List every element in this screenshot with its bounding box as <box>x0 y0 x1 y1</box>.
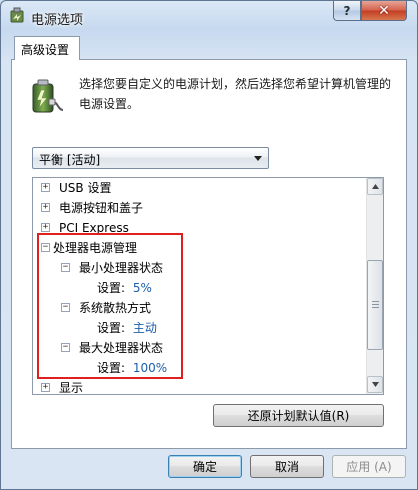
battery-plug-icon <box>32 79 64 113</box>
tree-item-display[interactable]: + 显示 <box>41 378 84 395</box>
tree-item-cooling-policy[interactable]: − 系统散热方式 <box>61 298 151 318</box>
tree-item-pci-express[interactable]: + PCI Express <box>41 218 129 238</box>
apply-button[interactable]: 应用 (A) <box>332 455 406 478</box>
restore-defaults-button[interactable]: 还原计划默认值(R) <box>213 404 384 427</box>
grip-line <box>372 301 379 302</box>
help-icon: ? <box>343 3 351 18</box>
power-plan-select[interactable]: 平衡 [活动] <box>32 147 269 169</box>
setting-label: 设置: <box>97 361 126 375</box>
power-options-dialog: 电源选项 ? ✕ 高级设置 选择您要自定义的电源计划，然后选择您希望计算机管理的… <box>0 0 418 490</box>
tree-item-min-processor-state[interactable]: − 最小处理器状态 <box>61 258 163 278</box>
tree-item-label: 系统散热方式 <box>79 301 152 315</box>
tree-item-setting[interactable]: 设置: 100% <box>97 358 167 378</box>
power-options-icon <box>10 7 24 23</box>
tree-item-processor-power[interactable]: − 处理器电源管理 <box>41 238 137 258</box>
grip-line <box>372 304 379 305</box>
vertical-scrollbar[interactable] <box>366 178 383 394</box>
expand-icon[interactable]: + <box>41 383 50 392</box>
tree-item-label: 最大处理器状态 <box>79 341 164 355</box>
close-button[interactable]: ✕ <box>361 1 407 21</box>
collapse-icon[interactable]: − <box>41 243 50 252</box>
power-plan-value: 平衡 [活动] <box>39 153 101 167</box>
settings-tree[interactable]: + USB 设置 + 电源按钮和盖子 + PCI Express − 处理器电源… <box>32 177 384 395</box>
chevron-up-icon <box>371 184 379 189</box>
expand-icon[interactable]: + <box>41 203 50 212</box>
collapse-icon[interactable]: − <box>61 263 70 272</box>
tree-item-label: 处理器电源管理 <box>53 241 138 255</box>
setting-label: 设置: <box>97 281 126 295</box>
tree-item-label: USB 设置 <box>59 181 112 195</box>
collapse-icon[interactable]: − <box>61 303 70 312</box>
setting-label: 设置: <box>97 321 126 335</box>
tree-item-max-processor-state[interactable]: − 最大处理器状态 <box>61 338 163 358</box>
tab-advanced-settings[interactable]: 高级设置 <box>14 36 80 60</box>
expand-icon[interactable]: + <box>41 183 50 192</box>
tree-item-setting[interactable]: 设置: 5% <box>97 278 152 298</box>
ok-button[interactable]: 确定 <box>168 455 242 478</box>
description-text: 选择您要自定义的电源计划，然后选择您希望计算机管理的电源设置。 <box>79 77 392 111</box>
cancel-button[interactable]: 取消 <box>250 455 324 478</box>
close-icon: ✕ <box>378 2 390 19</box>
scroll-down-button[interactable] <box>367 376 383 393</box>
tree-item-setting[interactable]: 设置: 主动 <box>97 318 157 338</box>
window-title: 电源选项 <box>31 13 84 28</box>
collapse-icon[interactable]: − <box>61 343 70 352</box>
setting-value-link[interactable]: 5% <box>133 281 152 295</box>
grip-line <box>372 307 379 308</box>
title-bar: 电源选项 ? ✕ <box>1 1 417 31</box>
expand-icon[interactable]: + <box>41 223 50 232</box>
help-button[interactable]: ? <box>333 1 361 21</box>
scroll-up-button[interactable] <box>367 178 383 195</box>
tree-item-usb[interactable]: + USB 设置 <box>41 178 111 198</box>
tree-item-label: 显示 <box>59 381 84 395</box>
chevron-down-icon <box>371 382 379 387</box>
scrollbar-thumb[interactable] <box>367 260 383 350</box>
tree-item-label: 电源按钮和盖子 <box>59 201 144 215</box>
tree-item-label: 最小处理器状态 <box>79 261 164 275</box>
setting-value-link[interactable]: 主动 <box>133 321 157 335</box>
chevron-down-icon <box>254 156 262 161</box>
tree-item-label: PCI Express <box>59 221 129 235</box>
tree-item-power-buttons[interactable]: + 电源按钮和盖子 <box>41 198 143 218</box>
setting-value-link[interactable]: 100% <box>133 361 167 375</box>
